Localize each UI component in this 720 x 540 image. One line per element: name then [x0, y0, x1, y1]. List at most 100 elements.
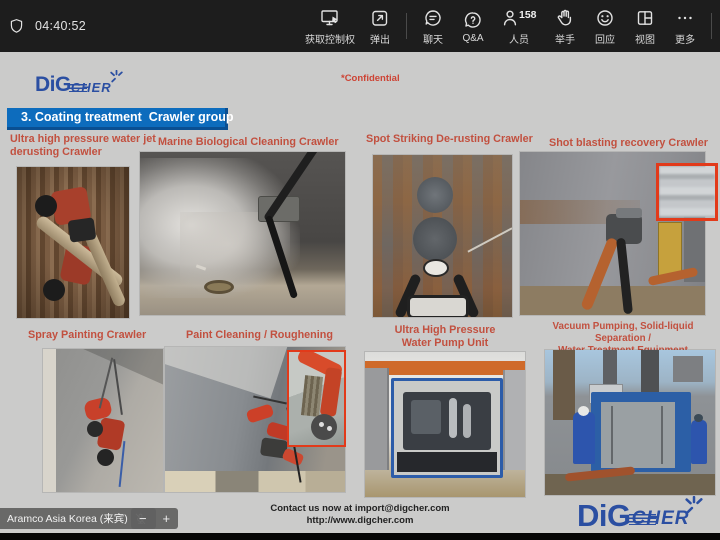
toolbar-raise-hand[interactable]: 举手	[545, 0, 585, 52]
presenter-name: Aramco Asia Korea (来宾)	[7, 511, 128, 526]
logo-spark-icon	[685, 496, 703, 514]
inset-wheel-dot	[319, 422, 324, 427]
hand-icon	[555, 6, 575, 28]
cleaned-spot-shape	[417, 177, 453, 213]
toolbar-label: 视图	[635, 31, 655, 46]
crawler-wheel-shape	[87, 421, 103, 437]
toolbar-participants[interactable]: 158 人员	[493, 0, 545, 52]
pump-base-shape	[397, 452, 497, 472]
layout-icon	[635, 6, 655, 28]
toolbar-label: 获取控制权	[305, 31, 355, 46]
toolbar-label: 回应	[595, 31, 615, 46]
toolbar-react[interactable]: 回应	[585, 0, 625, 52]
worker-shape	[573, 412, 595, 464]
meeting-toolbar: 04:40:52 获取控制权	[0, 0, 720, 52]
toolbar-popout[interactable]: 弹出	[360, 0, 400, 52]
deck-structure-shape	[553, 350, 575, 420]
chat-bubble-icon	[423, 6, 443, 28]
qa-bubble-icon	[463, 8, 483, 30]
cable-shape	[113, 359, 123, 415]
toolbar-right: 获取控制权 弹出 聊天	[300, 0, 720, 52]
toolbar-label: 举手	[555, 31, 575, 46]
meeting-window: 04:40:52 获取控制权	[0, 0, 720, 540]
highlight-inset-paint-cleaning	[287, 350, 346, 447]
photo-spot-derusting-crawler	[373, 155, 512, 317]
toolbar-chat[interactable]: 聊天	[413, 0, 453, 52]
light-streak-shape	[165, 347, 292, 398]
toolbar-label: 弹出	[370, 31, 390, 46]
product-label: Marine Biological Cleaning Crawler	[158, 136, 339, 149]
logo-text-dig: DiG	[577, 501, 631, 530]
meeting-timer: 04:40:52	[35, 19, 86, 33]
zoom-in-button[interactable]: +	[162, 509, 170, 528]
toolbar-view[interactable]: 视图	[625, 0, 665, 52]
crawler-wheel-shape	[35, 195, 57, 217]
toolbar-label: 聊天	[423, 31, 443, 46]
product-label: Spot Striking De-rusting Crawler	[366, 133, 533, 146]
toolbar-get-control[interactable]: 获取控制权	[300, 0, 360, 52]
shield-icon	[8, 17, 25, 35]
contact-url: http://www.digcher.com	[195, 515, 525, 527]
letterbox-strip	[0, 533, 720, 540]
highlight-inset-shot-blasting	[656, 163, 718, 221]
blasting-head-shape	[616, 208, 642, 218]
door-line-shape	[661, 406, 663, 464]
peeling-paint-shape	[165, 471, 345, 492]
debris-shape	[204, 280, 234, 294]
deck-structure-shape	[673, 356, 703, 382]
crawler-body-shape	[246, 403, 275, 423]
product-label-line: Water Pump Unit	[365, 337, 525, 350]
contact-email: Contact us now at import@digcher.com	[195, 503, 525, 515]
inset-texture-shape	[659, 166, 715, 218]
product-label-line: Vacuum Pumping, Solid-liquid Separation …	[527, 321, 719, 345]
toolbar-label: 人员	[509, 31, 529, 46]
panel-shape	[503, 370, 525, 470]
photo-vacuum-treatment-unit	[545, 350, 715, 495]
photo-water-jet-crawler	[17, 167, 129, 318]
participant-count: 158	[519, 9, 537, 21]
monitor-cursor-icon	[319, 6, 341, 28]
door-line-shape	[611, 406, 613, 464]
hull-stripe-shape	[43, 349, 56, 492]
product-label: Ultra High Pressure Water Pump Unit	[365, 324, 525, 350]
toolbar-label: 更多	[675, 31, 695, 46]
panel-shape	[365, 368, 389, 470]
person-icon	[501, 6, 521, 28]
toolbar-label: Q&A	[462, 33, 483, 44]
section-title-banner: 3. Coating treatment Crawler group	[7, 108, 228, 130]
digcher-logo-top: DiG CHER	[35, 70, 123, 95]
logo-text-cher: CHER	[632, 508, 690, 530]
confidential-marker: *Confidential	[341, 73, 400, 84]
product-label: Ultra high pressure water jet derusting …	[10, 133, 156, 159]
toolbar-left: 04:40:52	[0, 17, 86, 35]
ground-shape	[520, 286, 705, 315]
engine-shape	[411, 400, 441, 434]
inset-wheel-dot	[327, 426, 332, 431]
product-label-line: Ultra high pressure water jet	[10, 133, 156, 146]
worker-helmet-shape	[578, 406, 589, 416]
zoom-control: − +	[131, 508, 178, 529]
zoom-out-button[interactable]: −	[139, 509, 147, 528]
toolbar-divider	[406, 13, 407, 39]
crane-beam-shape	[365, 361, 525, 375]
toolbar-qa[interactable]: Q&A	[453, 0, 493, 52]
product-label: Shot blasting recovery Crawler	[549, 137, 708, 150]
product-label: Paint Cleaning / Roughening	[186, 329, 333, 342]
logo-spark-icon	[110, 70, 123, 83]
worker-helmet-shape	[694, 414, 703, 422]
cleaned-spot-shape	[413, 217, 457, 261]
digcher-logo-bottom: DiG CHER	[577, 496, 703, 530]
crawler-wheel-shape	[43, 279, 65, 301]
toolbar-more[interactable]: 更多	[665, 0, 705, 52]
product-label-line: Ultra High Pressure	[365, 324, 525, 337]
smiley-icon	[595, 6, 615, 28]
logo-text-cher: CHER	[71, 80, 112, 95]
pipe-shape	[449, 398, 457, 438]
pipe-shape	[463, 404, 471, 438]
ellipsis-icon	[675, 6, 695, 28]
contact-block: Contact us now at import@digcher.com htt…	[195, 503, 525, 527]
inset-wheel-shape	[311, 414, 337, 440]
toolbar-divider	[711, 13, 712, 39]
photo-marine-cleaning-crawler	[140, 152, 345, 315]
crawler-base-shape	[407, 295, 469, 317]
